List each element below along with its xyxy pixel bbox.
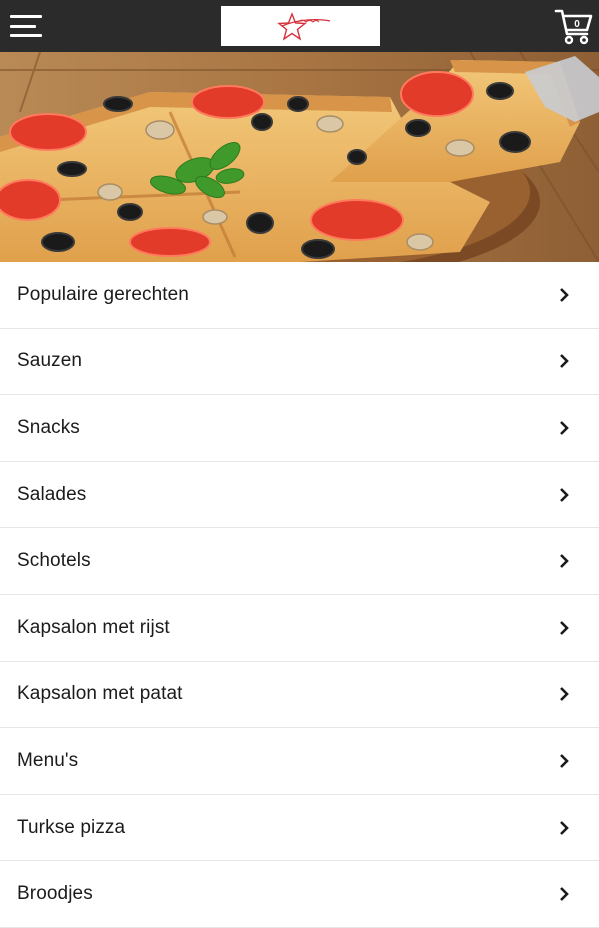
chevron-right-icon <box>560 487 569 502</box>
chevron-right-icon <box>560 620 569 635</box>
category-item[interactable]: Kapsalon met patat <box>0 661 599 729</box>
category-item[interactable]: Salades <box>0 461 599 529</box>
chevron-right-icon <box>560 421 569 435</box>
pizza-photo <box>0 52 599 262</box>
category-label: Turkse pizza <box>17 816 126 838</box>
category-item[interactable]: Broodjes <box>0 861 599 928</box>
category-label: Salades <box>17 483 87 505</box>
chevron-right-icon <box>560 287 569 302</box>
hamburger-menu-icon[interactable] <box>10 15 44 37</box>
category-label: Sauzen <box>17 350 83 372</box>
category-list: Populaire gerechten Sauzen Snacks Salade… <box>0 262 599 928</box>
category-label: Kapsalon met rijst <box>17 616 170 638</box>
category-item[interactable]: Turkse pizza <box>0 794 599 862</box>
chevron-right-icon <box>560 687 569 702</box>
restaurant-logo[interactable] <box>221 6 380 46</box>
top-app-bar: 0 <box>0 0 599 52</box>
shopping-cart-button[interactable]: 0 <box>553 6 595 48</box>
category-item[interactable]: Populaire gerechten <box>0 262 599 329</box>
hero-pizza-image <box>0 52 599 262</box>
chevron-right-icon <box>560 820 569 835</box>
category-item[interactable]: Kapsalon met rijst <box>0 594 599 662</box>
chevron-right-icon <box>560 354 569 369</box>
category-label: Schotels <box>17 550 91 572</box>
category-label: Populaire gerechten <box>17 283 189 305</box>
category-label: Broodjes <box>17 883 93 905</box>
category-item[interactable]: Menu's <box>0 728 599 795</box>
star-logo-icon <box>276 12 330 41</box>
category-item[interactable]: Sauzen <box>0 328 599 396</box>
category-label: Snacks <box>17 416 80 438</box>
category-item[interactable]: Snacks <box>0 395 599 462</box>
chevron-right-icon <box>560 754 569 768</box>
shopping-cart-icon: 0 <box>554 9 593 45</box>
category-label: Kapsalon met patat <box>17 683 183 705</box>
category-item[interactable]: Schotels <box>0 528 599 595</box>
chevron-right-icon <box>560 554 569 569</box>
category-label: Menu's <box>17 749 79 771</box>
cart-count: 0 <box>574 19 580 30</box>
